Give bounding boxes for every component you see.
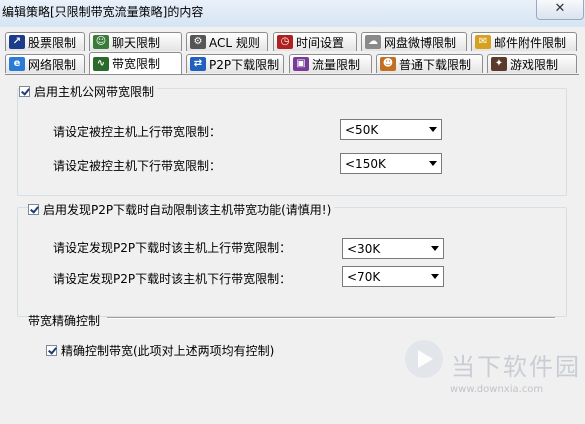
acl-gear-icon: ⚙ (190, 35, 206, 49)
watermark-name: 当下软件园 (451, 353, 581, 381)
tab-game-limit[interactable]: ✦ 游戏限制 (487, 54, 577, 73)
precise-control-checkbox-label: 精确控制带宽(此项对上述两项均有控制) (61, 344, 275, 358)
traffic-box-icon: ▣ (293, 57, 309, 71)
p2p-auto-limit-group (17, 207, 567, 317)
host-download-value: <150K (345, 156, 386, 171)
close-button[interactable]: ✕ (536, 0, 584, 20)
host-upload-value: <50K (345, 122, 379, 137)
precise-control-checkbox-row[interactable]: 精确控制带宽(此项对上述两项均有控制) (46, 342, 274, 359)
bandwidth-monitor-icon: ∿ (93, 56, 109, 71)
p2p-auto-checkbox-label: 启用发现P2P下载时自动限制该主机带宽功能(请慎用!) (43, 203, 332, 217)
stock-chart-icon: ↗ (9, 35, 25, 49)
tab-stock-limit[interactable]: ↗ 股票限制 (5, 32, 85, 51)
host-upload-select[interactable]: <50K (340, 119, 442, 140)
host-download-select[interactable]: <150K (340, 153, 442, 174)
chevron-down-icon (431, 274, 439, 279)
tab-network-limit[interactable]: e 网络限制 (5, 54, 85, 73)
ie-globe-icon: e (9, 57, 25, 71)
chat-people-icon: ☺ (93, 35, 109, 49)
p2p-upload-value: <30K (347, 241, 381, 256)
tab-p2p-download-limit[interactable]: ⇄ P2P下载限制 (186, 54, 284, 73)
p2p-download-value: <70K (347, 269, 381, 284)
tab-bandwidth-limit[interactable]: ∿ 带宽限制 (89, 52, 182, 74)
clock-icon: ◷ (277, 35, 293, 49)
host-upload-label: 请设定被控主机上行带宽限制： (53, 125, 222, 139)
watermark-logo (405, 340, 443, 378)
game-controller-icon: ✦ (491, 57, 507, 71)
window-title: 编辑策略[只限制带宽流量策略]的内容 (2, 5, 204, 19)
host-bandwidth-checkbox[interactable] (19, 86, 30, 97)
host-bandwidth-group (17, 88, 567, 196)
precise-control-title: 带宽精确控制 (28, 314, 101, 328)
p2p-download-label: 请设定发现P2P下载时该主机下行带宽限制： (53, 272, 292, 286)
chevron-down-icon (429, 127, 437, 132)
tab-normal-download-limit[interactable]: ☻ 普通下载限制 (376, 54, 483, 73)
download-user-icon: ☻ (380, 57, 396, 71)
p2p-upload-label: 请设定发现P2P下载时该主机上行带宽限制： (53, 241, 292, 255)
tab-mail-attachment-limit[interactable]: ✉ 邮件附件限制 (471, 32, 577, 51)
tab-cloud-weibo-limit[interactable]: ☁ 网盘微博限制 (361, 32, 467, 51)
chevron-down-icon (429, 161, 437, 166)
p2p-auto-checkbox-row[interactable]: 启用发现P2P下载时自动限制该主机带宽功能(请慎用!) (28, 201, 335, 218)
tab-chat-limit[interactable]: ☺ 聊天限制 (89, 32, 182, 51)
watermark-url: www.downxia.com (450, 384, 544, 395)
host-download-label: 请设定被控主机下行带宽限制： (53, 159, 222, 173)
p2p-auto-checkbox[interactable] (28, 204, 39, 215)
p2p-upload-select[interactable]: <30K (342, 238, 444, 259)
tab-traffic-limit[interactable]: ▣ 流量限制 (289, 54, 372, 73)
tab-acl-rules[interactable]: ⚙ ACL 规则 (186, 32, 268, 51)
mail-attachment-icon: ✉ (475, 35, 491, 49)
p2p-download-select[interactable]: <70K (342, 266, 444, 287)
tab-time-settings[interactable]: ◷ 时间设置 (273, 32, 357, 51)
window-title-bar: 编辑策略[只限制带宽流量策略]的内容 ✕ (0, 0, 585, 27)
p2p-download-icon: ⇄ (190, 57, 206, 71)
chevron-down-icon (431, 246, 439, 251)
host-bandwidth-checkbox-row[interactable]: 启用主机公网带宽限制 (19, 83, 158, 100)
cloud-disk-icon: ☁ (365, 35, 381, 49)
precise-control-checkbox[interactable] (46, 345, 57, 356)
close-icon: ✕ (554, 1, 566, 16)
section-divider (107, 317, 555, 319)
host-bandwidth-checkbox-label: 启用主机公网带宽限制 (34, 85, 155, 99)
